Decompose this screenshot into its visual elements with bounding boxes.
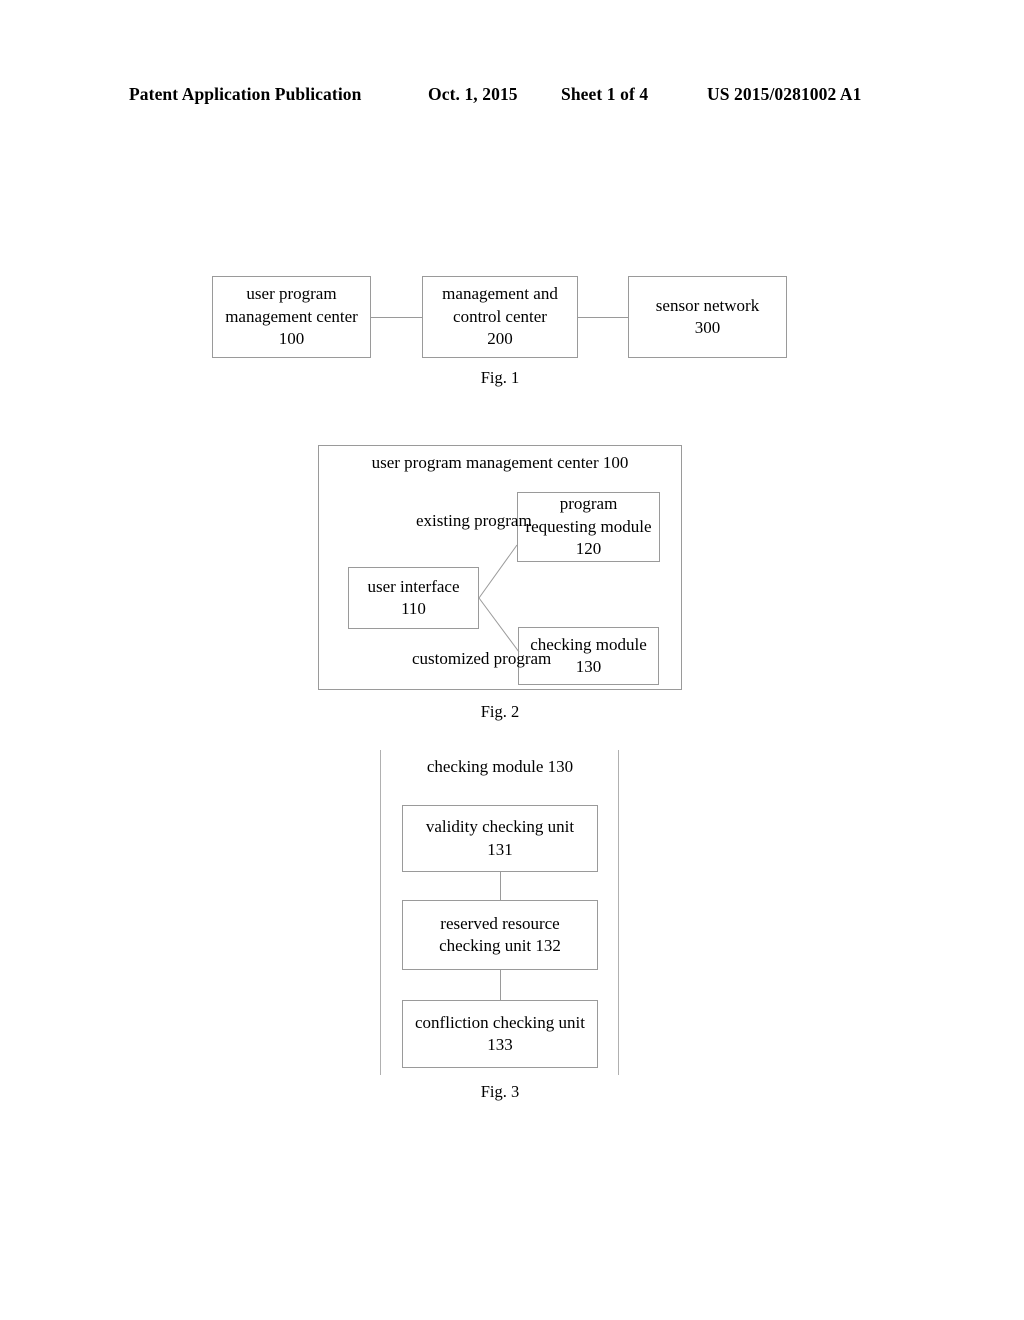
fig1-box1-line1: user program — [246, 284, 337, 304]
fig1-box1-line2: management center — [225, 306, 358, 326]
fig3-container-title-line2: 130 — [547, 757, 574, 776]
fig3-container-right-rule — [618, 750, 619, 1075]
page-header: Patent Application Publication Oct. 1, 2… — [0, 84, 1024, 112]
fig1-box3-line2: 300 — [694, 318, 721, 337]
fig2-box-prm-line1: program — [559, 494, 618, 514]
fig3-caption: Fig. 3 — [480, 1082, 520, 1101]
fig2-edge-label-customized-line1: customized — [412, 649, 490, 668]
header-publication-number: US 2015/0281002 A1 — [707, 84, 862, 104]
fig1-box-sensor-network: sensor network 300 — [628, 276, 787, 358]
fig2-box-prm-line2: requesting module — [525, 516, 652, 536]
fig1-connector-200-to-300 — [578, 317, 628, 318]
fig1-box1-line3: 100 — [278, 329, 305, 349]
fig3-box-132-line2: checking unit 132 — [439, 936, 561, 955]
header-sheet-number: Sheet 1 of 4 — [561, 84, 649, 104]
header-publication-label: Patent Application Publication — [129, 84, 362, 104]
fig1-box2-line3: 200 — [487, 329, 513, 349]
fig1-box3-line1: sensor network — [655, 295, 760, 315]
fig3-box-reserved-resource-checking-unit: reserved resource checking unit 132 — [402, 900, 598, 970]
fig3-box-131-line2: 131 — [487, 839, 513, 859]
fig1-connector-100-to-200 — [371, 317, 422, 318]
fig1-box-management-and-control-center: management and control center 200 — [422, 276, 578, 358]
fig3-container-title: checking module 130 — [400, 756, 600, 778]
fig3-box-131-line1: validity checking unit — [425, 817, 575, 837]
fig2-edge-label-existing-line1: existing — [416, 511, 470, 530]
fig2-caption: Fig. 2 — [480, 702, 520, 721]
fig2-container-title: user program management center 100 — [358, 452, 642, 474]
fig2-edge-label-existing-program: existing program — [416, 510, 532, 532]
fig3-container-title-line1: checking module — [426, 757, 544, 776]
fig2-box-chk-line2: 130 — [575, 657, 602, 676]
fig2-edge-label-customized-program: customized program — [412, 648, 551, 670]
fig2-container-title-line1: user program management center — [371, 453, 599, 472]
fig2-container-title-line2: 100 — [602, 453, 629, 472]
fig3-box-confliction-checking-unit: confliction checking unit 133 — [402, 1000, 598, 1068]
fig2-edge-label-existing-line2: program — [474, 511, 532, 530]
fig2-box-user-interface: user interface 110 — [348, 567, 479, 629]
fig2-box-ui-line1: user interface — [367, 576, 460, 596]
fig2-box-prm-line3: 120 — [575, 539, 602, 559]
fig1-box2-line1: management and — [442, 284, 558, 304]
fig2-box-ui-line2: 110 — [401, 599, 426, 618]
fig1-caption: Fig. 1 — [480, 368, 520, 387]
fig3-box-validity-checking-unit: validity checking unit 131 — [402, 805, 598, 872]
fig2-edge-label-customized-line2: program — [493, 649, 552, 668]
fig3-box-132-line1: reserved resource — [440, 913, 560, 933]
fig3-connector-131-to-132 — [500, 872, 501, 900]
fig3-container-left-rule — [380, 750, 381, 1075]
fig3-box-133-line2: 133 — [487, 1035, 513, 1054]
fig1-box-user-program-management-center: user program management center 100 — [212, 276, 371, 358]
fig2-box-program-requesting-module: program requesting module 120 — [517, 492, 660, 562]
fig1-box2-line2: control center — [453, 306, 547, 326]
fig3-connector-132-to-133 — [500, 970, 501, 1000]
header-publication-date: Oct. 1, 2015 — [428, 84, 518, 104]
fig3-box-133-line1: confliction checking unit — [415, 1012, 585, 1032]
